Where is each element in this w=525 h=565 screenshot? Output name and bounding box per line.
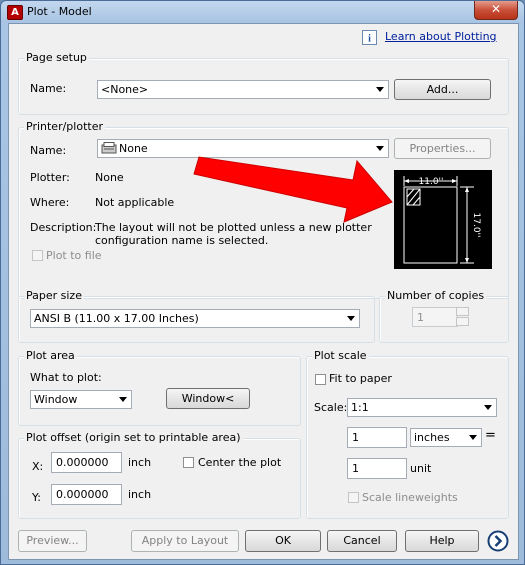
- center-the-plot-label: Center the plot: [198, 456, 282, 469]
- preview-button[interactable]: Preview...: [18, 530, 87, 552]
- what-to-plot-dropdown[interactable]: Window: [30, 390, 132, 409]
- copies-input[interactable]: 1: [412, 307, 458, 327]
- plot-to-file-label: Plot to file: [46, 249, 102, 262]
- copies-spin-down[interactable]: [456, 317, 469, 326]
- paper-size-value: ANSI B (11.00 x 17.00 Inches): [34, 312, 199, 325]
- what-to-plot-label: What to plot:: [30, 371, 102, 384]
- preview-height-label: 17.0'': [471, 213, 481, 238]
- description-line-2: configuration name is selected.: [95, 234, 269, 247]
- chevron-down-icon: [119, 397, 127, 402]
- scale-value: 1:1: [351, 401, 369, 414]
- page-setup-name-dropdown[interactable]: <None>: [97, 80, 389, 99]
- what-to-plot-value: Window: [34, 393, 78, 406]
- scale-unit-input[interactable]: 1: [347, 458, 407, 479]
- plot-dialog-window: A Plot - Model ✕ i Learn about Plotting …: [0, 0, 525, 565]
- autocad-app-icon: A: [7, 5, 23, 20]
- close-button[interactable]: ✕: [474, 1, 518, 20]
- add-button[interactable]: Add...: [394, 79, 491, 100]
- scale-equals-sign: =: [485, 428, 496, 443]
- scale-inches-input[interactable]: 1: [347, 427, 407, 448]
- ok-button[interactable]: OK: [245, 530, 321, 552]
- description-label: Description:: [30, 221, 97, 234]
- scale-unit-label: unit: [410, 462, 432, 475]
- scale-dropdown[interactable]: 1:1: [347, 398, 497, 417]
- fit-to-paper-checkbox[interactable]: [315, 374, 326, 385]
- svg-text:i: i: [368, 34, 371, 45]
- page-setup-name-value: <None>: [101, 83, 149, 96]
- red-arrow-annotation: [193, 156, 393, 223]
- scale-lineweights-label: Scale lineweights: [362, 491, 458, 504]
- offset-x-input[interactable]: 0.000000: [51, 452, 122, 473]
- apply-to-layout-button[interactable]: Apply to Layout: [131, 530, 239, 552]
- plotter-icon: [101, 142, 117, 154]
- chevron-down-icon: [376, 87, 384, 92]
- plotter-label: Plotter:: [30, 171, 70, 184]
- help-button[interactable]: Help: [405, 530, 479, 552]
- where-label: Where:: [30, 196, 70, 209]
- fit-to-paper-label: Fit to paper: [329, 372, 392, 385]
- printer-plotter-group-label: Printer/plotter: [24, 120, 105, 133]
- paper-size-group-label: Paper size: [24, 289, 84, 302]
- window-title: Plot - Model: [27, 5, 92, 18]
- scale-lineweights-checkbox[interactable]: [348, 492, 359, 503]
- scale-units-dropdown[interactable]: inches: [410, 428, 482, 447]
- printer-name-label: Name:: [30, 144, 67, 157]
- offset-x-unit: inch: [128, 456, 152, 469]
- paper-size-dropdown[interactable]: ANSI B (11.00 x 17.00 Inches): [30, 309, 360, 328]
- info-icon[interactable]: i: [362, 30, 377, 45]
- plot-to-file-checkbox[interactable]: [32, 250, 43, 261]
- printer-name-value: None: [119, 142, 148, 155]
- learn-about-plotting-link[interactable]: Learn about Plotting: [385, 30, 497, 43]
- number-of-copies-group-label: Number of copies: [385, 289, 487, 302]
- plot-area-group-label: Plot area: [24, 349, 77, 362]
- plot-offset-group: [18, 438, 301, 519]
- dialog-client-area: i Learn about Plotting Page setup Name: …: [8, 23, 519, 560]
- offset-y-unit: inch: [128, 488, 152, 501]
- center-the-plot-checkbox[interactable]: [183, 457, 194, 468]
- offset-y-label: Y:: [32, 491, 41, 504]
- expand-more-options-icon[interactable]: [487, 530, 509, 552]
- offset-x-label: X:: [32, 460, 44, 473]
- scale-label: Scale:: [314, 401, 348, 414]
- copies-spin-up[interactable]: [456, 307, 469, 316]
- chevron-down-icon: [469, 435, 477, 440]
- where-value: Not applicable: [95, 196, 175, 209]
- chevron-down-icon: [484, 405, 492, 410]
- offset-y-input[interactable]: 0.000000: [51, 484, 122, 505]
- page-setup-group-label: Page setup: [24, 51, 89, 64]
- cancel-button[interactable]: Cancel: [327, 530, 397, 552]
- page-setup-name-label: Name:: [30, 82, 67, 95]
- title-bar[interactable]: A Plot - Model ✕: [1, 1, 524, 23]
- chevron-down-icon: [347, 316, 355, 321]
- window-pick-button[interactable]: Window<: [166, 388, 250, 409]
- scale-units-value: inches: [414, 431, 450, 444]
- close-icon: ✕: [490, 2, 502, 16]
- plot-scale-group-label: Plot scale: [312, 349, 369, 362]
- preview-width-label: 11.0'': [419, 177, 444, 187]
- plot-offset-group-label: Plot offset (origin set to printable are…: [24, 431, 243, 444]
- plotter-value: None: [95, 171, 124, 184]
